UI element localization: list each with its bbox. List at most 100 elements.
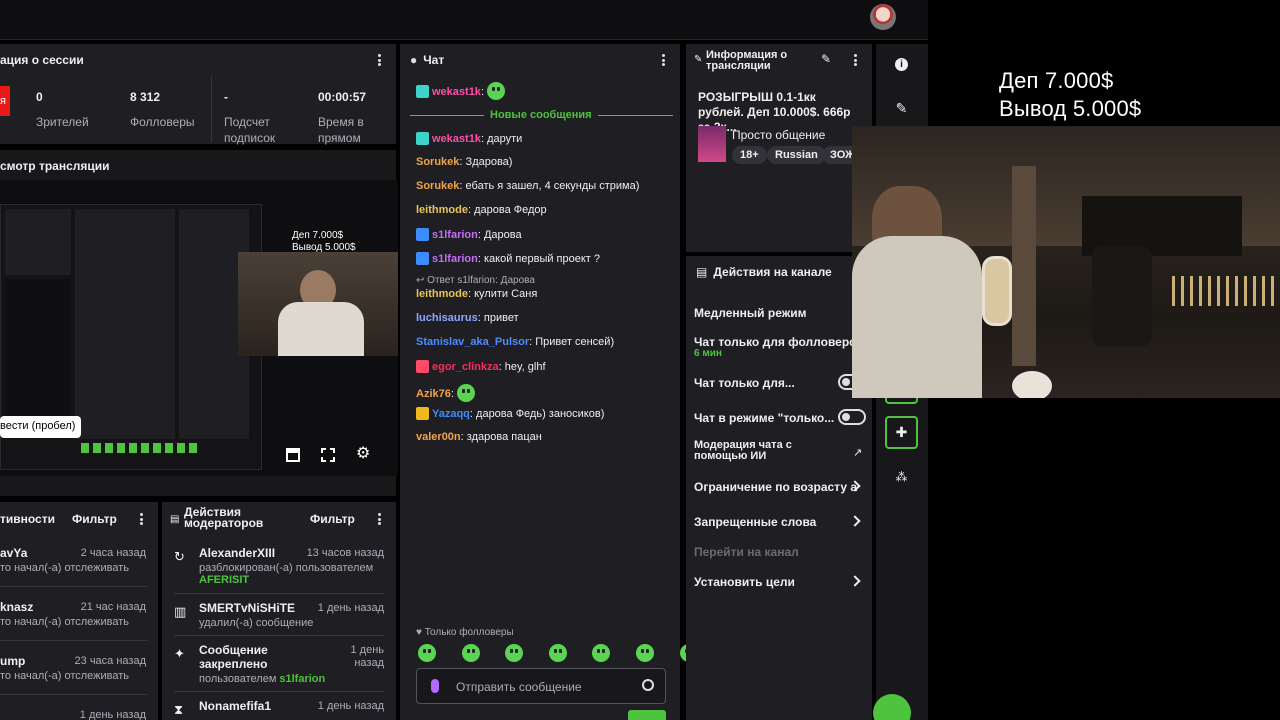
mod-action-divider: [174, 593, 384, 594]
followers-value: 8 312: [130, 90, 161, 104]
chat-message[interactable]: valer00n: здарова пацан: [416, 431, 542, 443]
mod-actions-filter[interactable]: Фильтр: [310, 512, 355, 526]
microphone-icon[interactable]: [431, 679, 439, 693]
chat-username[interactable]: s1lfarion: [432, 253, 478, 265]
webcam-overlay: [852, 126, 1280, 398]
chat-message[interactable]: leithmode: кулити Саня: [416, 288, 537, 300]
chat-badge-icon[interactable]: [416, 228, 429, 241]
slow-mode[interactable]: Медленный режим: [694, 306, 807, 320]
chat-send-button[interactable]: [628, 710, 666, 720]
chat-username[interactable]: valer00n: [416, 431, 461, 443]
chat-message[interactable]: Sorukek: ебать я зашел, 4 секунды стрима…: [416, 180, 639, 192]
chat-message[interactable]: leithmode: дарова Федор: [416, 204, 547, 216]
more-apps-icon[interactable]: ⁂: [885, 460, 918, 493]
chat-emote-icon[interactable]: [456, 384, 475, 402]
chat-username[interactable]: Azik76: [416, 388, 451, 400]
category-boxart[interactable]: [698, 126, 726, 162]
chat-message[interactable]: Sorukek: Здарова): [416, 156, 512, 168]
chat-message[interactable]: Yazaqq: дарова Федь) заносиков): [416, 407, 604, 420]
chat-username[interactable]: egor_clinkza: [432, 361, 499, 373]
pencil-icon[interactable]: ✎: [885, 92, 918, 125]
chat-username[interactable]: wekast1k: [432, 86, 481, 98]
chat-username[interactable]: Sorukek: [416, 180, 459, 192]
nested-overlay-text: Деп 7.000$ Вывод 5.000$: [292, 230, 356, 254]
preview-title: смотр трансляции: [0, 159, 110, 173]
chat-message[interactable]: Azik76:: [416, 384, 475, 402]
chat-input[interactable]: Отправить сообщение: [416, 668, 666, 704]
category-name[interactable]: Просто общение: [732, 128, 825, 142]
chat-message[interactable]: s1lfarion: Дарова: [416, 228, 522, 241]
chat-username[interactable]: wekast1k: [432, 133, 481, 145]
activity-divider: [0, 694, 148, 695]
followers-only-chat[interactable]: Чат только для фолловеров: [694, 335, 864, 349]
theatre-icon[interactable]: [286, 448, 300, 462]
chat-message[interactable]: egor_clinkza: hey, glhf: [416, 360, 546, 373]
chat-username[interactable]: s1lfarion: [432, 229, 478, 241]
chat-username[interactable]: leithmode: [416, 204, 468, 216]
chat-badge-icon[interactable]: [416, 252, 429, 265]
activity-user[interactable]: ump: [0, 654, 25, 668]
chat-message[interactable]: luchisaurus: привет: [416, 312, 519, 324]
chat-message[interactable]: s1lfarion: какой первый проект ?: [416, 252, 600, 265]
emote-only-chat[interactable]: Чат в режиме "только...: [694, 411, 834, 425]
activity-filter[interactable]: Фильтр: [72, 512, 117, 526]
chat-text: ебать я зашел, 4 секунды стрима): [465, 180, 640, 192]
chat-emote-icon[interactable]: [487, 82, 506, 100]
mod-action-title[interactable]: SMERTvNiSHiTE: [199, 601, 309, 615]
edit-pencil-icon[interactable]: ✎: [821, 52, 831, 66]
ai-moderation[interactable]: Модерация чата с помощью ИИ: [694, 440, 814, 462]
chat-message[interactable]: Stanislav_aka_Pulsor: Привет сенсей): [416, 336, 614, 348]
user-avatar[interactable]: [870, 4, 896, 30]
chat-username[interactable]: Sorukek: [416, 156, 459, 168]
settings-gear-icon[interactable]: ⚙: [356, 446, 370, 462]
emote-only-toggle[interactable]: [838, 409, 866, 425]
chat-text: какой первый проект ?: [483, 253, 601, 265]
unban-icon: ↻: [174, 549, 185, 564]
stream-preview-video[interactable]: Деп 7.000$ Вывод 5.000$ вести (пробел) ⚙: [0, 180, 398, 476]
subs-only-chat[interactable]: Чат только для...: [694, 376, 795, 390]
fairy-lights: [1172, 276, 1280, 306]
set-goals[interactable]: Установить цели: [694, 575, 795, 589]
emoji-icon[interactable]: [642, 679, 654, 691]
mod-action-title[interactable]: Nonamefifa1: [199, 699, 309, 713]
chat-badge-icon[interactable]: [416, 132, 429, 145]
chat-username[interactable]: luchisaurus: [416, 312, 478, 324]
tag-18plus[interactable]: 18+: [732, 146, 767, 164]
fullscreen-icon[interactable]: [321, 448, 335, 462]
emote-icon[interactable]: [418, 644, 436, 662]
emote-icon[interactable]: [548, 644, 567, 662]
stream-info-more-icon[interactable]: [848, 53, 862, 67]
chat-badge-icon[interactable]: [416, 407, 429, 420]
chat-text: дарова Федор: [474, 204, 547, 216]
age-restriction[interactable]: Ограничение по возрасту а: [694, 480, 857, 494]
mod-action-title[interactable]: AlexanderXIII: [199, 546, 309, 560]
mod-action-user[interactable]: s1lfarion: [279, 673, 325, 685]
activity-more-icon[interactable]: [134, 512, 148, 526]
mod-action-description: удалил(-а) сообщение: [199, 617, 313, 629]
top-bar: [0, 0, 928, 40]
info-icon[interactable]: i: [885, 48, 918, 81]
mod-actions-more-icon[interactable]: [372, 512, 386, 526]
emote-icon[interactable]: [636, 644, 654, 662]
activity-user[interactable]: avYa: [0, 546, 27, 560]
external-link-icon[interactable]: ↗: [853, 446, 862, 459]
wrench-icon[interactable]: ✚: [885, 416, 918, 449]
chat-badge-icon[interactable]: [416, 85, 429, 98]
activity-user[interactable]: knasz: [0, 600, 33, 614]
mod-action-user[interactable]: AFERISIT: [199, 574, 373, 586]
chat-username[interactable]: leithmode: [416, 288, 468, 300]
chat-username[interactable]: Yazaqq: [432, 408, 470, 420]
emote-icon[interactable]: [461, 644, 480, 662]
more-icon[interactable]: [372, 53, 386, 67]
go-to-channel[interactable]: Перейти на канал: [694, 545, 799, 559]
chat-message[interactable]: wekast1k: дарути: [416, 132, 522, 145]
mod-action-title[interactable]: Сообщение закреплено: [199, 643, 279, 671]
live-badge: я: [0, 86, 10, 116]
chat-more-icon[interactable]: [656, 53, 670, 67]
banned-words[interactable]: Запрещенные слова: [694, 515, 816, 529]
nested-panel: [5, 209, 71, 275]
chat-badge-icon[interactable]: [416, 360, 429, 373]
chat-message[interactable]: wekast1k:: [416, 82, 506, 100]
tag-russian[interactable]: Russian: [767, 146, 826, 164]
chat-username[interactable]: Stanislav_aka_Pulsor: [416, 336, 529, 348]
